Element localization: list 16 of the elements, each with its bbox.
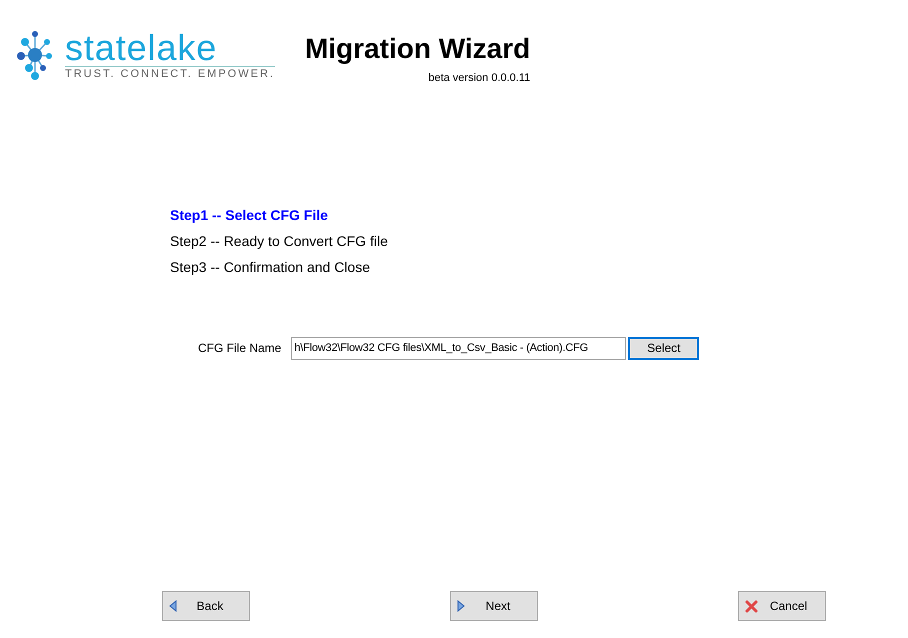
file-name-field[interactable]: h\Flow32\Flow32 CFG files\XML_to_Csv_Basic - (Action).CFG <box>291 336 626 360</box>
wizard-button[interactable]: Back <box>162 591 250 621</box>
step-label: Step1 -- Select CFG File <box>170 206 329 224</box>
logo-wordmark: statelake <box>65 30 218 66</box>
logo-tagline: TRUST. CONNECT. EMPOWER. <box>65 66 275 80</box>
field-label: CFG File Name <box>198 340 282 357</box>
select-button[interactable]: Select <box>628 336 700 360</box>
left-triangle-icon <box>169 600 177 612</box>
wizard-title: Migration Wizard <box>304 32 530 66</box>
version-label: beta version 0.0.0.11 <box>428 71 530 86</box>
step-label: Step3 -- Confirmation and Close <box>170 258 371 276</box>
wizard-button[interactable]: Cancel <box>738 591 826 621</box>
wizard-button[interactable]: Next <box>450 591 538 621</box>
right-triangle-icon <box>457 600 465 612</box>
step-label: Step2 -- Ready to Convert CFG file <box>170 232 389 250</box>
close-icon <box>745 600 758 612</box>
